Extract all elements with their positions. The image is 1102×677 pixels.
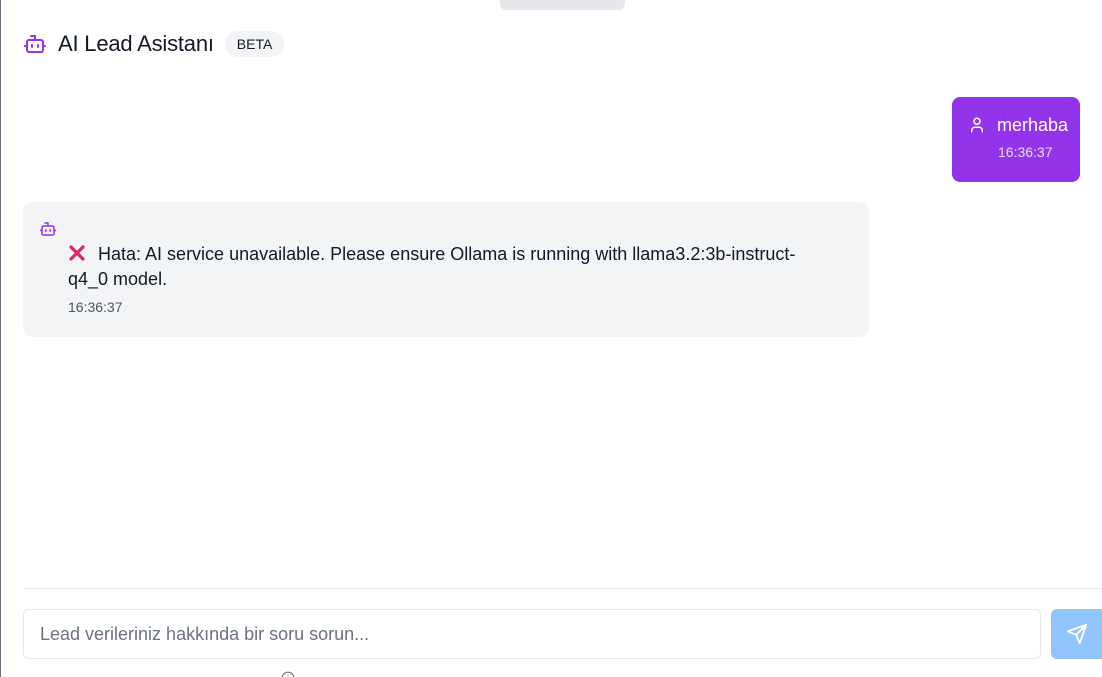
chat-header: AI Lead Asistanı BETA bbox=[23, 29, 285, 59]
user-message-time: 16:36:37 bbox=[998, 144, 1053, 160]
user-icon bbox=[968, 116, 986, 134]
user-message-text: merhaba bbox=[997, 115, 1069, 135]
assistant-message-time: 16:36:37 bbox=[68, 299, 123, 315]
error-x-icon bbox=[68, 244, 91, 264]
assistant-message-text: Hata: AI service unavailable. Please ens… bbox=[68, 244, 796, 289]
drag-handle[interactable] bbox=[500, 0, 625, 10]
send-button[interactable] bbox=[1051, 609, 1102, 659]
composer-divider bbox=[23, 588, 1102, 589]
send-icon bbox=[1066, 623, 1088, 645]
assistant-message-body: Hata: AI service unavailable. Please ens… bbox=[68, 242, 808, 292]
user-message: merhaba 16:36:37 bbox=[952, 97, 1080, 182]
info-icon bbox=[281, 671, 295, 677]
footer-note bbox=[281, 668, 301, 677]
bot-icon bbox=[23, 32, 47, 56]
bot-icon bbox=[39, 220, 57, 238]
assistant-message: Hata: AI service unavailable. Please ens… bbox=[23, 202, 869, 337]
page-title: AI Lead Asistanı bbox=[58, 31, 214, 56]
message-input-wrapper bbox=[23, 609, 1041, 659]
beta-badge: BETA bbox=[224, 31, 285, 57]
message-input[interactable] bbox=[24, 610, 1040, 658]
chat-window: AI Lead Asistanı BETA merhaba 16:36:37 H… bbox=[0, 0, 1102, 677]
